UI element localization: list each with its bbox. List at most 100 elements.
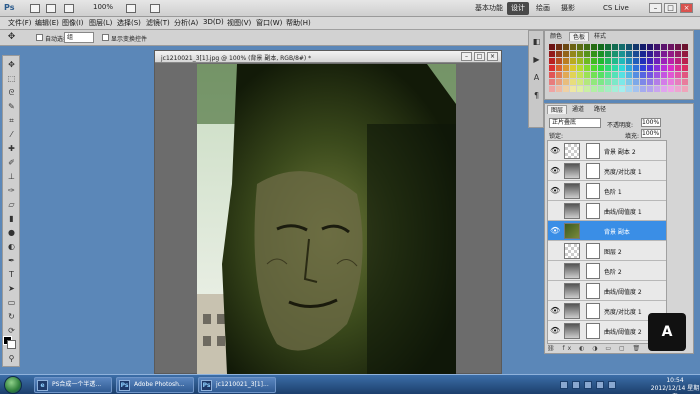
menu-layer[interactable]: 图层(L) — [89, 18, 112, 28]
swatch-cell[interactable] — [668, 72, 674, 78]
swatch-cell[interactable] — [647, 58, 653, 64]
swatch-cell[interactable] — [626, 58, 632, 64]
swatch-cell[interactable] — [626, 51, 632, 57]
zoom-level[interactable]: 100% — [93, 3, 113, 11]
eye-icon[interactable]: 👁 — [550, 226, 560, 236]
tab-styles[interactable]: 样式 — [591, 32, 609, 41]
swatch-cell[interactable] — [598, 86, 604, 92]
workspace-painting[interactable]: 绘画 — [532, 2, 554, 15]
tab-channels[interactable]: 通道 — [569, 105, 587, 114]
swatch-cell[interactable] — [577, 65, 583, 71]
swatch-cell[interactable] — [605, 58, 611, 64]
swatch-cell[interactable] — [556, 72, 562, 78]
swatch-cell[interactable] — [682, 65, 688, 71]
swatch-cell[interactable] — [654, 58, 660, 64]
swatch-cell[interactable] — [563, 51, 569, 57]
swatch-cell[interactable] — [661, 79, 667, 85]
tray-flag-icon[interactable] — [584, 381, 592, 389]
swatch-cell[interactable] — [591, 58, 597, 64]
swatch-cell[interactable] — [633, 58, 639, 64]
swatch-cell[interactable] — [549, 86, 555, 92]
swatch-cell[interactable] — [640, 86, 646, 92]
3d-rotate-tool-icon[interactable]: ↻ — [6, 312, 17, 322]
tray-keyboard-icon[interactable] — [560, 381, 568, 389]
blend-mode-dropdown[interactable]: 正片叠底 — [549, 118, 601, 128]
swatch-cell[interactable] — [584, 65, 590, 71]
swatch-cell[interactable] — [612, 65, 618, 71]
swatch-cell[interactable] — [633, 86, 639, 92]
menu-file[interactable]: 文件(F) — [8, 18, 32, 28]
clock[interactable]: 10:54 2012/12/14 星期五 — [650, 377, 700, 394]
marquee-tool-icon[interactable]: ⬚ — [6, 74, 17, 84]
swatch-cell[interactable] — [556, 79, 562, 85]
swatch-cell[interactable] — [682, 72, 688, 78]
swatch-cell[interactable] — [675, 65, 681, 71]
gradient-tool-icon[interactable]: ▮ — [6, 214, 17, 224]
eyedropper-tool-icon[interactable]: ⁄ — [6, 130, 17, 140]
layer-row[interactable]: 👁 色阶 1 — [548, 181, 666, 201]
swatch-cell[interactable] — [626, 44, 632, 50]
type-tool-icon[interactable]: T — [6, 270, 17, 280]
menu-view[interactable]: 视图(V) — [227, 18, 251, 28]
swatch-cell[interactable] — [647, 51, 653, 57]
tray-volume-icon[interactable] — [608, 381, 616, 389]
close-icon[interactable]: × — [680, 3, 693, 13]
swatch-cell[interactable] — [598, 58, 604, 64]
taskbar-item-document[interactable]: Ps jc1210021_3[1]... — [198, 377, 276, 393]
swatch-cell[interactable] — [633, 79, 639, 85]
swatch-cell[interactable] — [640, 58, 646, 64]
swatch-cell[interactable] — [654, 65, 660, 71]
swatch-cell[interactable] — [626, 86, 632, 92]
swatch-cell[interactable] — [619, 72, 625, 78]
swatch-cell[interactable] — [570, 72, 576, 78]
pen-tool-icon[interactable]: ✒ — [6, 256, 17, 266]
menu-select[interactable]: 选择(S) — [117, 18, 141, 28]
menu-3d[interactable]: 3D(D) — [203, 18, 224, 26]
swatch-cell[interactable] — [612, 58, 618, 64]
eraser-tool-icon[interactable]: ▱ — [6, 200, 17, 210]
tray-help-icon[interactable] — [572, 381, 580, 389]
swatch-cell[interactable] — [591, 44, 597, 50]
swatch-cell[interactable] — [626, 65, 632, 71]
swatch-cell[interactable] — [549, 51, 555, 57]
eye-icon[interactable]: 👁 — [550, 306, 560, 316]
swatch-cell[interactable] — [654, 86, 660, 92]
tray-network-icon[interactable] — [596, 381, 604, 389]
swatch-cell[interactable] — [647, 86, 653, 92]
swatch-cell[interactable] — [640, 72, 646, 78]
layer-row[interactable]: 曲线/阈值度 1 — [548, 201, 666, 221]
swatch-cell[interactable] — [612, 86, 618, 92]
brush-tool-icon[interactable]: ✐ — [6, 158, 17, 168]
swatch-cell[interactable] — [633, 44, 639, 50]
swatch-cell[interactable] — [654, 79, 660, 85]
swatch-cell[interactable] — [584, 51, 590, 57]
doc-maximize-icon[interactable]: □ — [474, 52, 485, 61]
view-extras-icon[interactable] — [64, 4, 74, 13]
auto-select-checkbox[interactable] — [36, 34, 43, 41]
swatch-cell[interactable] — [591, 79, 597, 85]
opacity-input[interactable]: 100% — [641, 118, 661, 127]
layer-row[interactable]: 👁 背景 副本 — [548, 221, 666, 241]
swatch-cell[interactable] — [654, 51, 660, 57]
swatch-cell[interactable] — [640, 44, 646, 50]
swatch-cell[interactable] — [556, 44, 562, 50]
swatch-cell[interactable] — [577, 58, 583, 64]
swatch-cell[interactable] — [584, 44, 590, 50]
swatch-cell[interactable] — [570, 58, 576, 64]
menu-image[interactable]: 图像(I) — [62, 18, 84, 28]
swatch-cell[interactable] — [556, 58, 562, 64]
tab-paths[interactable]: 路径 — [591, 105, 609, 114]
swatch-cell[interactable] — [556, 51, 562, 57]
menu-help[interactable]: 帮助(H) — [286, 18, 311, 28]
swatch-cell[interactable] — [612, 44, 618, 50]
paragraph-panel-icon[interactable]: ¶ — [531, 91, 542, 101]
eye-icon[interactable]: 👁 — [550, 146, 560, 156]
3d-orbit-tool-icon[interactable]: ⟳ — [6, 326, 17, 336]
swatch-cell[interactable] — [633, 72, 639, 78]
swatch-cell[interactable] — [563, 79, 569, 85]
swatch-cell[interactable] — [682, 44, 688, 50]
taskbar-item-photoshop[interactable]: Ps Adobe Photosh... — [116, 377, 194, 393]
swatch-cell[interactable] — [563, 86, 569, 92]
swatch-cell[interactable] — [577, 86, 583, 92]
swatch-cell[interactable] — [661, 72, 667, 78]
